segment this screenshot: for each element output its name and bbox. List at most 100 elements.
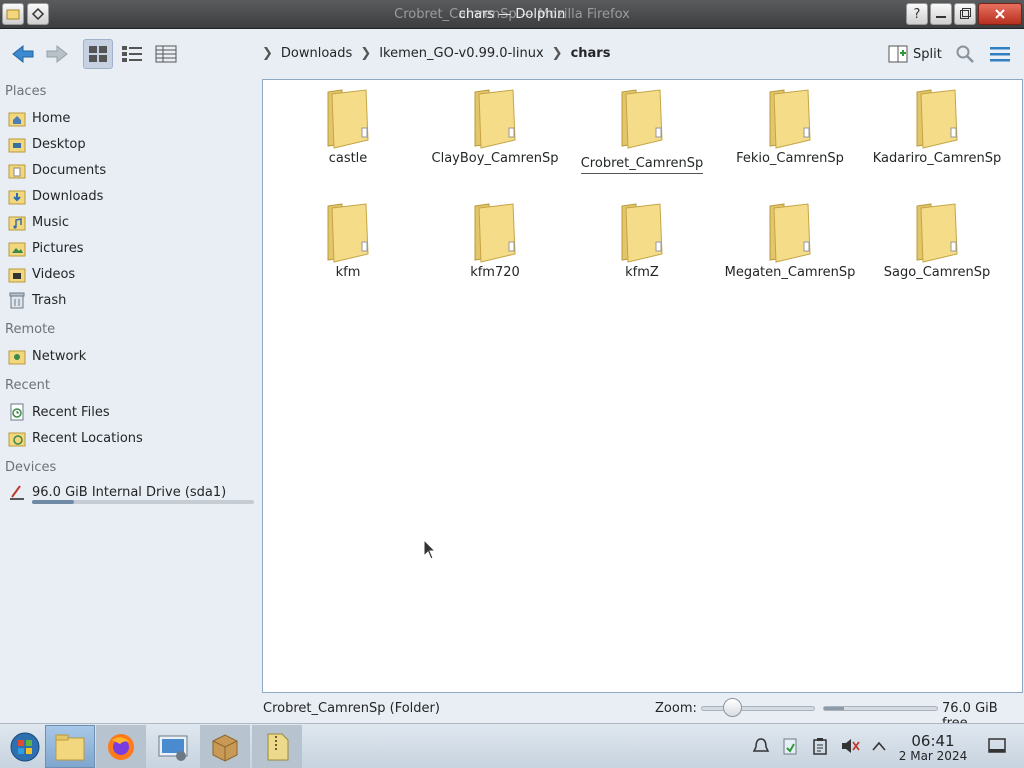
sidebar-item-videos[interactable]: Videos bbox=[0, 262, 258, 286]
free-space-fill bbox=[824, 707, 845, 710]
free-space-bar bbox=[823, 706, 938, 711]
maximize-button[interactable] bbox=[954, 3, 976, 25]
folder-item[interactable]: Kadariro_CamrenSp bbox=[867, 80, 1007, 168]
remote-header: Remote bbox=[5, 322, 56, 337]
folder-item[interactable]: Crobret_CamrenSp bbox=[572, 80, 712, 174]
start-menu-button[interactable] bbox=[0, 725, 50, 768]
file-view[interactable]: castle ClayBoy_CamrenSp Crobret_CamrenSp Fe… bbox=[262, 79, 1023, 693]
folder-item[interactable]: Megaten_CamrenSp bbox=[720, 194, 860, 282]
folder-name: Crobret_CamrenSp bbox=[580, 155, 704, 174]
clock-date[interactable]: 2 Mar 2024 bbox=[892, 749, 974, 763]
compact-view-button[interactable] bbox=[117, 39, 147, 69]
icons-view-button[interactable] bbox=[83, 39, 113, 69]
forward-button[interactable] bbox=[42, 39, 72, 69]
system-settings-icon bbox=[158, 735, 188, 761]
notifications-icon[interactable] bbox=[751, 736, 771, 756]
taskbar-dolphin[interactable] bbox=[45, 725, 95, 768]
help-button[interactable]: ? bbox=[906, 3, 928, 25]
search-button[interactable] bbox=[950, 39, 980, 69]
sidebar-item-downloads[interactable]: Downloads bbox=[0, 184, 258, 208]
folder-item[interactable]: kfm720 bbox=[425, 194, 565, 282]
hamburger-menu-button[interactable] bbox=[985, 39, 1015, 69]
documents-folder-icon bbox=[7, 160, 27, 180]
taskbar-archive-manager[interactable] bbox=[252, 725, 302, 768]
folder-item[interactable]: Fekio_CamrenSp bbox=[720, 80, 860, 168]
breadcrumb-downloads[interactable]: Downloads bbox=[281, 46, 352, 61]
window-title: chars — Dolphin bbox=[458, 7, 566, 22]
folder-item[interactable]: Sago_CamrenSp bbox=[867, 194, 1007, 282]
folder-item[interactable]: castle bbox=[278, 80, 418, 168]
taskbar-firefox[interactable] bbox=[96, 725, 146, 768]
volume-muted-icon[interactable] bbox=[840, 736, 860, 756]
toolbar: ❯ Downloads ❯ Ikemen_GO-v0.99.0-linux ❯ … bbox=[0, 29, 1024, 79]
sidebar-item-network[interactable]: Network bbox=[0, 344, 258, 368]
folder-name: Fekio_CamrenSp bbox=[736, 151, 844, 166]
file-manager-icon bbox=[55, 734, 85, 760]
sidebar-item-documents[interactable]: Documents bbox=[0, 158, 258, 182]
network-folder-icon bbox=[7, 346, 27, 366]
clipboard-icon[interactable] bbox=[810, 736, 830, 756]
zoom-slider[interactable] bbox=[701, 706, 815, 711]
details-view-button[interactable] bbox=[151, 39, 181, 69]
zoom-slider-handle[interactable] bbox=[723, 698, 742, 717]
sidebar-item-recent-locations[interactable]: Recent Locations bbox=[0, 426, 258, 450]
taskbar-package-manager[interactable] bbox=[200, 725, 250, 768]
folder-name: Megaten_CamrenSp bbox=[724, 265, 856, 280]
videos-folder-icon bbox=[7, 264, 27, 284]
recent-header: Recent bbox=[5, 378, 50, 393]
sidebar-item-home[interactable]: Home bbox=[0, 106, 258, 130]
folder-icon bbox=[911, 88, 963, 150]
sidebar-item-desktop[interactable]: Desktop bbox=[0, 132, 258, 156]
search-icon bbox=[956, 45, 974, 63]
devices-header: Devices bbox=[5, 460, 57, 475]
folder-icon bbox=[911, 202, 963, 264]
folder-item[interactable]: kfm bbox=[278, 194, 418, 282]
downloads-folder-icon bbox=[7, 186, 27, 206]
sidebar-item-label: Network bbox=[32, 348, 87, 364]
updates-icon[interactable] bbox=[780, 736, 800, 756]
hamburger-menu-icon bbox=[990, 47, 1010, 62]
sidebar-item-label: Home bbox=[32, 110, 71, 126]
folder-item[interactable]: kfmZ bbox=[572, 194, 712, 282]
breadcrumb-chars[interactable]: chars bbox=[571, 46, 611, 61]
drive-icon bbox=[7, 482, 27, 502]
sidebar-item-label: Recent Locations bbox=[32, 430, 143, 446]
sidebar-item-pictures[interactable]: Pictures bbox=[0, 236, 258, 260]
taskbar-system-settings[interactable] bbox=[148, 725, 198, 768]
sidebar-item-label: Recent Files bbox=[32, 404, 110, 420]
close-button[interactable] bbox=[978, 3, 1022, 25]
chevron-right-icon: ❯ bbox=[551, 46, 563, 61]
trash-icon bbox=[7, 290, 27, 310]
folder-name: Sago_CamrenSp bbox=[883, 265, 991, 280]
back-button[interactable] bbox=[8, 39, 38, 69]
sidebar-item-label: Downloads bbox=[32, 188, 104, 204]
breadcrumb-ikemen[interactable]: Ikemen_GO-v0.99.0-linux bbox=[379, 46, 543, 61]
folder-name: kfm720 bbox=[470, 265, 520, 280]
archive-icon bbox=[267, 733, 289, 760]
compact-view-icon bbox=[122, 46, 142, 62]
sidebar-item-label: Pictures bbox=[32, 240, 84, 256]
chevron-up-icon[interactable] bbox=[869, 736, 889, 756]
sidebar-item-trash[interactable]: Trash bbox=[0, 288, 258, 312]
folder-icon bbox=[322, 202, 374, 264]
clock-time[interactable]: 06:41 bbox=[897, 732, 969, 750]
folder-icon bbox=[322, 88, 374, 150]
minimize-button[interactable] bbox=[930, 3, 952, 25]
folder-name: kfm bbox=[335, 265, 361, 280]
folder-icon bbox=[764, 88, 816, 150]
drive-usage-fill bbox=[32, 500, 75, 504]
folder-item[interactable]: ClayBoy_CamrenSp bbox=[425, 80, 565, 168]
show-desktop-icon[interactable] bbox=[987, 736, 1007, 756]
zoom-label: Zoom: bbox=[655, 701, 697, 716]
sidebar-item-label: Music bbox=[32, 214, 69, 230]
recent-locations-icon bbox=[7, 428, 27, 448]
split-button[interactable]: Split bbox=[888, 44, 942, 64]
places-header: Places bbox=[5, 84, 47, 99]
places-panel: Places Home Desktop Documents Downloads … bbox=[0, 79, 258, 694]
chevron-right-icon: ❯ bbox=[360, 46, 372, 61]
folder-name: kfmZ bbox=[625, 265, 659, 280]
sidebar-item-recent-files[interactable]: Recent Files bbox=[0, 400, 258, 424]
start-orb-icon bbox=[10, 732, 40, 761]
sidebar-item-music[interactable]: Music bbox=[0, 210, 258, 234]
sidebar-item-label: 96.0 GiB Internal Drive (sda1) bbox=[32, 484, 227, 500]
